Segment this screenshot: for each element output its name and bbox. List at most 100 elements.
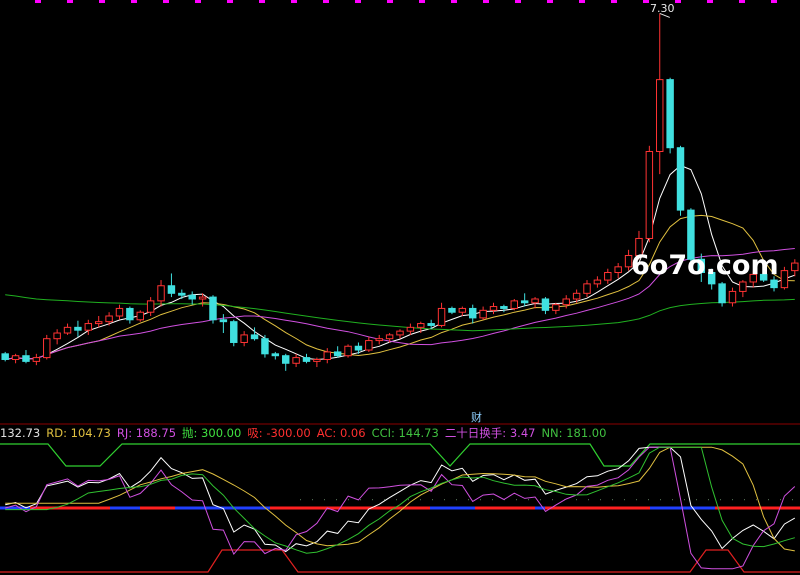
- dot-level: [336, 499, 337, 501]
- indicator-3: 抛: 300.00: [182, 426, 242, 440]
- candle-down: [500, 306, 508, 309]
- top-tick: [67, 0, 73, 3]
- candle-down: [541, 298, 550, 311]
- candle-up: [645, 150, 654, 239]
- candle-up: [105, 315, 113, 323]
- candle-down: [427, 323, 435, 326]
- top-tick: [195, 0, 201, 3]
- dot-level: [744, 499, 745, 501]
- candle-down: [666, 79, 674, 149]
- candle-down: [126, 307, 134, 321]
- candle-up: [365, 340, 373, 351]
- dot-level: [480, 499, 481, 501]
- dot-level: [312, 499, 313, 501]
- dot-level: [576, 499, 577, 501]
- candle-up: [791, 262, 799, 272]
- candle-up: [479, 309, 487, 319]
- top-tick: [323, 0, 329, 3]
- dot-level: [348, 499, 349, 501]
- top-tick: [483, 0, 489, 3]
- candle-up: [313, 358, 321, 362]
- candle-down: [676, 147, 685, 211]
- top-tick: [99, 0, 105, 3]
- watermark: 6o7o.com: [631, 250, 779, 281]
- candle-down: [354, 345, 363, 351]
- top-tick: [579, 0, 585, 3]
- cci-white-curve: [5, 446, 796, 553]
- candle-up: [11, 355, 20, 360]
- indicator-readout-bar: 132.73 RD: 104.73 RJ: 188.75 抛: 300.00 吸: -3…: [0, 426, 612, 440]
- candle-down: [448, 307, 456, 313]
- candle-up: [32, 357, 41, 362]
- dot-level: [396, 499, 397, 501]
- candle-up: [406, 326, 415, 332]
- rd-curve: [5, 446, 795, 552]
- top-tick: [419, 0, 425, 3]
- dot-level: [360, 499, 361, 501]
- dot-level: [540, 499, 541, 501]
- candle-down: [209, 296, 217, 321]
- top-tick: [771, 0, 777, 3]
- indicator-5: AC: 0.06: [316, 426, 366, 440]
- candle-up: [489, 306, 498, 311]
- candle-up: [604, 272, 612, 281]
- price-high-label: 7.30: [650, 2, 675, 15]
- indicator-1: RD: 104.73: [46, 426, 111, 440]
- candle-up: [157, 285, 165, 302]
- candle-up: [572, 292, 581, 300]
- candle-down: [718, 283, 726, 304]
- top-tick: [291, 0, 297, 3]
- candle-up: [417, 323, 425, 328]
- top-tick: [387, 0, 393, 3]
- candle-up: [63, 326, 72, 334]
- candle-up: [396, 330, 404, 336]
- dot-level: [444, 499, 445, 501]
- candle-down: [469, 307, 477, 319]
- candle-down: [770, 279, 778, 289]
- candle-down: [167, 285, 176, 294]
- dot-level: [408, 499, 409, 501]
- dot-level: [300, 499, 301, 501]
- indicator-2: RJ: 188.75: [116, 426, 177, 440]
- top-tick: [163, 0, 169, 3]
- candle-up: [240, 334, 248, 343]
- ma60-line: [5, 294, 795, 332]
- dot-level: [552, 499, 553, 501]
- candle-up: [780, 270, 789, 289]
- cai-marker: 财: [471, 411, 482, 424]
- top-tick: [515, 0, 521, 3]
- top-tick: [707, 0, 713, 3]
- top-tick: [451, 0, 457, 3]
- dot-level: [324, 499, 325, 501]
- candle-down: [74, 326, 82, 331]
- candle-up: [510, 300, 519, 309]
- candle-down: [219, 319, 228, 323]
- candle-up: [344, 345, 352, 357]
- top-tick: [259, 0, 265, 3]
- candle-down: [520, 300, 529, 304]
- candle-down: [302, 357, 311, 362]
- top-tick: [131, 0, 137, 3]
- dot-level: [792, 499, 793, 501]
- xi-line: [0, 549, 800, 573]
- dot-level: [732, 499, 733, 501]
- candle-down: [230, 321, 238, 343]
- dot-level: [696, 499, 697, 501]
- dot-level: [468, 499, 469, 501]
- indicator-6: CCI: 144.73: [371, 426, 439, 440]
- top-tick: [739, 0, 745, 3]
- indicator-panel: [0, 443, 800, 573]
- stock-chart: [0, 0, 800, 573]
- dot-level: [684, 499, 685, 501]
- indicator-8: NN: 181.00: [541, 426, 607, 440]
- dot-level: [600, 499, 601, 501]
- dot-level: [492, 499, 493, 501]
- candle-down: [250, 334, 259, 340]
- candle-up: [739, 281, 747, 292]
- candle-up: [292, 357, 300, 364]
- dot-level: [720, 499, 721, 501]
- candle-down: [333, 351, 342, 357]
- candle-up: [583, 283, 591, 294]
- dot-level: [384, 499, 385, 501]
- dot-level: [780, 499, 781, 501]
